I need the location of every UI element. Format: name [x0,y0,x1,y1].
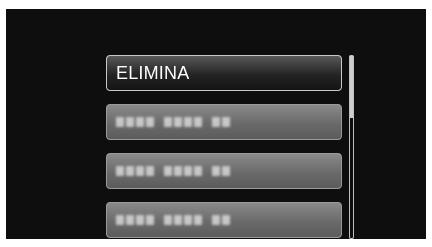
menu-item-3[interactable] [106,153,342,189]
menu-item-4[interactable] [106,202,342,238]
menu-item-label: ELIMINA [116,62,190,83]
scrollbar-thumb[interactable] [350,56,353,118]
obscured-label [116,215,230,225]
obscured-label [116,166,230,176]
scrollbar[interactable] [349,55,354,239]
screen: ELIMINA [6,9,426,239]
menu-item-2[interactable] [106,104,342,140]
obscured-label [116,117,230,127]
menu-item-elimina[interactable]: ELIMINA [106,55,342,91]
